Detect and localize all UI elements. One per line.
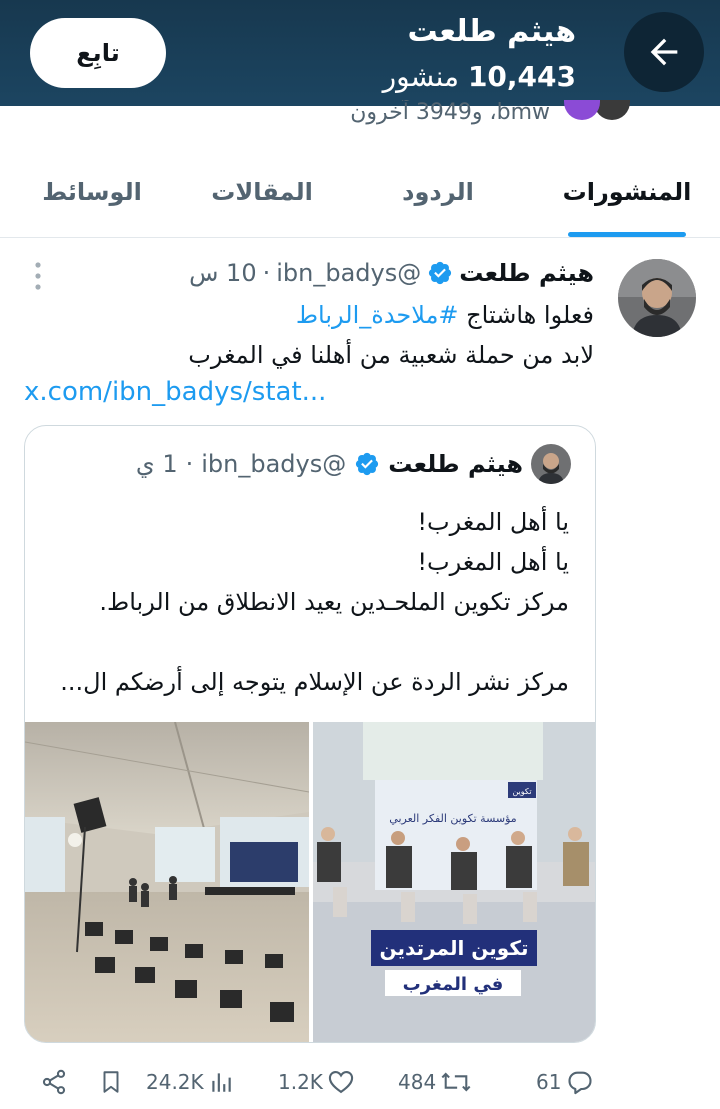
tab-media-label: الوسائط [42, 177, 142, 206]
media-banner-line2: في المغرب [403, 974, 504, 995]
bookmark-icon [103, 1071, 119, 1093]
tweet-actions: 24.2K 1.2K 484 61 [0, 1057, 720, 1107]
quoted-media-grid: تكوين مؤسسة تكوين الفكر العربي تكوين الم… [25, 722, 596, 1043]
tab-posts[interactable]: المنشورات [563, 145, 692, 238]
tweet-text: فعلوا هاشتاج #ملاحدة_الرباط لابد من حملة… [24, 295, 594, 375]
tweet-line-1: فعلوا هاشتاج #ملاحدة_الرباط [24, 295, 594, 335]
avatar[interactable] [618, 259, 696, 337]
quoted-author-handle: @ibn_badys [201, 450, 347, 478]
post-count-number: 10,443 [467, 60, 576, 93]
tweet-header: هيثم طلعت @ibn_badys · 10 س [189, 259, 594, 287]
heart-icon [328, 1071, 354, 1094]
tab-active-indicator [568, 232, 686, 237]
bookmark-button[interactable] [98, 1067, 124, 1097]
quoted-avatar [531, 444, 571, 484]
reply-icon [568, 1071, 593, 1095]
quoted-author-name: هيثم طلعت [388, 450, 523, 478]
author-name[interactable]: هيثم طلعت [459, 259, 594, 287]
like-button[interactable]: 1.2K [278, 1067, 355, 1097]
followers-you-know[interactable]: bmw، و3949 آخرون [350, 100, 550, 126]
arrow-left-icon [650, 38, 678, 66]
media-banner-line1: تكوين المرتدين [380, 936, 529, 960]
replies-count: 61 [536, 1070, 562, 1094]
hashtag-link[interactable]: #ملاحدة_الرباط [296, 301, 459, 329]
profile-header: هيثم طلعت 10,443 منشور تابِع [0, 0, 720, 106]
quoted-tweet-time: 1 ي [135, 450, 178, 478]
author-handle[interactable]: @ibn_badys [276, 259, 421, 287]
follower-avatar [564, 100, 600, 120]
tab-articles-label: المقالات [211, 177, 313, 206]
views-icon [211, 1073, 231, 1092]
tab-posts-label: المنشورات [562, 177, 692, 206]
more-options-icon[interactable] [32, 261, 44, 291]
share-icon [42, 1069, 66, 1095]
profile-name: هيثم طلعت [407, 14, 576, 49]
tab-articles[interactable]: المقالات [206, 145, 318, 238]
media-logo-text: تكوين [512, 787, 531, 796]
verified-badge-icon [356, 452, 379, 476]
tab-media[interactable]: الوسائط [42, 145, 142, 238]
tweet-line-2: لابد من حملة شعبية من أهلنا في المغرب [188, 341, 594, 369]
repost-button[interactable]: 484 [398, 1067, 472, 1097]
tweet[interactable]: هيثم طلعت @ibn_badys · 10 س فعلوا هاشتاج… [0, 239, 720, 1109]
views-count: 24.2K [146, 1070, 204, 1094]
profile-tabs: المنشورات الردود المقالات الوسائط [0, 145, 720, 238]
media-backdrop-text: مؤسسة تكوين الفكر العربي [389, 812, 516, 825]
reposts-count: 484 [398, 1070, 437, 1094]
share-button[interactable] [40, 1067, 68, 1097]
meta-separator: · [185, 450, 194, 478]
quoted-tweet-text: يا أهل المغرب! يا أهل المغرب! مركز تكوين… [60, 508, 569, 696]
tweet-time[interactable]: 10 س [189, 259, 256, 287]
follow-button[interactable]: تابِع [30, 18, 166, 88]
tab-replies-label: الردود [402, 177, 474, 206]
media-photo-panel[interactable]: تكوين مؤسسة تكوين الفكر العربي تكوين الم… [313, 722, 596, 1043]
reply-button[interactable]: 61 [536, 1067, 595, 1097]
post-count: 10,443 منشور [383, 60, 576, 93]
media-photo-hall[interactable] [25, 722, 309, 1043]
tab-replies[interactable]: الردود [392, 145, 484, 238]
views-button[interactable]: 24.2K [146, 1067, 234, 1097]
verified-badge-icon [429, 261, 452, 285]
back-button[interactable] [624, 12, 704, 92]
repost-icon [441, 1072, 471, 1092]
quoted-tweet[interactable]: هيثم طلعت @ibn_badys · 1 ي يا أهل المغرب… [24, 425, 596, 1043]
likes-count: 1.2K [278, 1070, 323, 1094]
followers-you-know-text: bmw، و3949 آخرون [350, 100, 550, 125]
quoted-tweet-header: هيثم طلعت @ibn_badys · 1 ي [136, 444, 571, 484]
meta-separator: · [262, 259, 271, 287]
tweet-line-1-prefix: فعلوا هاشتاج [466, 301, 594, 329]
tweet-url-link[interactable]: x.com/ibn_badys/stat... [24, 377, 326, 407]
post-count-label: منشور [382, 60, 460, 93]
